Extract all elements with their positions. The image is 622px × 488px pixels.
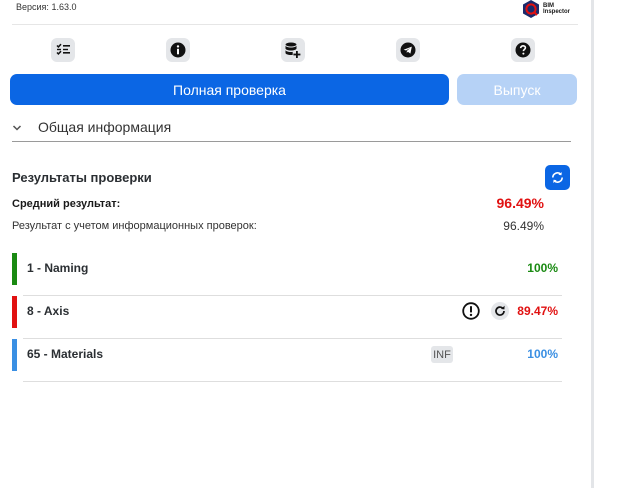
check-row-naming[interactable]: 1 - Naming 100% [12,253,562,296]
version-info: Версия: 1.63.0 [16,2,76,12]
general-info-accordion[interactable]: Общая информация [12,117,571,142]
inspector-panel: Версия: 1.63.0 BIM Inspector Полная пров… [0,0,590,488]
version-label: Версия: [16,2,49,12]
average-result-label: Средний результат: [12,198,121,210]
status-bar [12,253,17,285]
check-name: 65 - Materials [27,347,104,361]
bim-inspector-logo: BIM Inspector [522,0,570,18]
info-button[interactable] [166,38,190,62]
redo-icon [495,305,505,316]
check-name: 8 - Axis [27,304,70,318]
check-name: 1 - Naming [27,261,89,275]
checklist-icon [56,43,70,55]
row-divider [23,381,562,382]
help-button[interactable] [511,38,535,62]
info-badge: INF [431,346,453,363]
check-percent: 100% [527,261,558,275]
help-icon [515,42,531,58]
recheck-button[interactable] [491,302,509,320]
logo-text-inspector: Inspector [543,9,571,15]
telegram-icon [400,42,416,58]
chevron-down-icon [12,125,22,131]
toolbar [0,38,590,62]
outside-area [594,0,622,488]
check-row-materials[interactable]: 65 - Materials INF 100% [12,339,562,382]
refresh-results-button[interactable] [545,165,570,190]
full-check-button[interactable]: Полная проверка [10,74,449,105]
exclamation-circle-icon[interactable] [462,302,480,320]
info-result-value: 96.49% [503,219,544,233]
logo-mark-icon [523,0,539,18]
version-value: 1.63.0 [51,2,77,12]
info-icon [170,42,186,58]
status-bar [12,339,17,371]
info-result-label: Результат с учетом информационных провер… [12,220,257,232]
checklist-button[interactable] [51,38,75,62]
release-button[interactable]: Выпуск [457,74,577,105]
database-add-button[interactable] [281,38,305,62]
telegram-button[interactable] [396,38,420,62]
accordion-label: Общая информация [38,119,172,135]
check-percent: 89.47% [517,304,558,318]
check-percent: 100% [527,347,558,361]
status-bar [12,296,17,328]
results-title: Результаты проверки [12,170,152,185]
sync-icon [552,172,563,183]
header-divider [12,24,578,25]
database-add-icon [285,42,301,58]
check-row-axis[interactable]: 8 - Axis 89.47% [12,296,562,339]
average-result-value: 96.49% [496,195,544,211]
